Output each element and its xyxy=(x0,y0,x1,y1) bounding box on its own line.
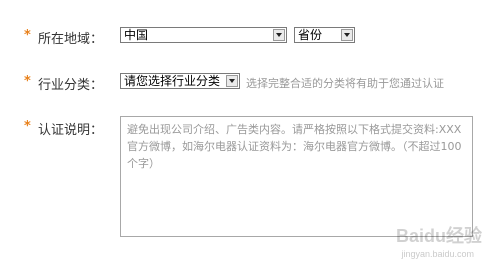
province-select-value: 省份 xyxy=(298,28,323,42)
description-label: 认证说明： xyxy=(38,123,104,138)
industry-hint: 选择完整合适的分类将有助于您通过认证 xyxy=(246,77,444,90)
required-star: * xyxy=(24,119,31,134)
baidu-watermark-url: jingyan.baidu.com xyxy=(401,249,474,259)
baidu-watermark-logo: Baidu经验 xyxy=(395,226,482,246)
industry-select[interactable]: 请您选择行业分类 xyxy=(120,73,240,89)
description-textarea[interactable]: 避免出现公司介绍、广告类内容。请严格按照以下格式提交资料:XXX官方微博，如海尔… xyxy=(120,116,473,237)
description-placeholder: 避免出现公司介绍、广告类内容。请严格按照以下格式提交资料:XXX官方微博，如海尔… xyxy=(127,123,462,170)
country-select[interactable]: 中国 xyxy=(120,27,287,43)
region-label: 所在地域： xyxy=(38,32,104,47)
required-star: * xyxy=(24,28,31,43)
chevron-down-icon[interactable] xyxy=(226,75,238,87)
chevron-down-icon[interactable] xyxy=(341,29,353,41)
country-select-value: 中国 xyxy=(124,28,149,42)
industry-label: 行业分类： xyxy=(38,78,104,93)
province-select[interactable]: 省份 xyxy=(294,27,355,43)
chevron-down-icon[interactable] xyxy=(273,29,285,41)
industry-select-value: 请您选择行业分类 xyxy=(124,74,221,88)
required-star: * xyxy=(24,74,31,89)
